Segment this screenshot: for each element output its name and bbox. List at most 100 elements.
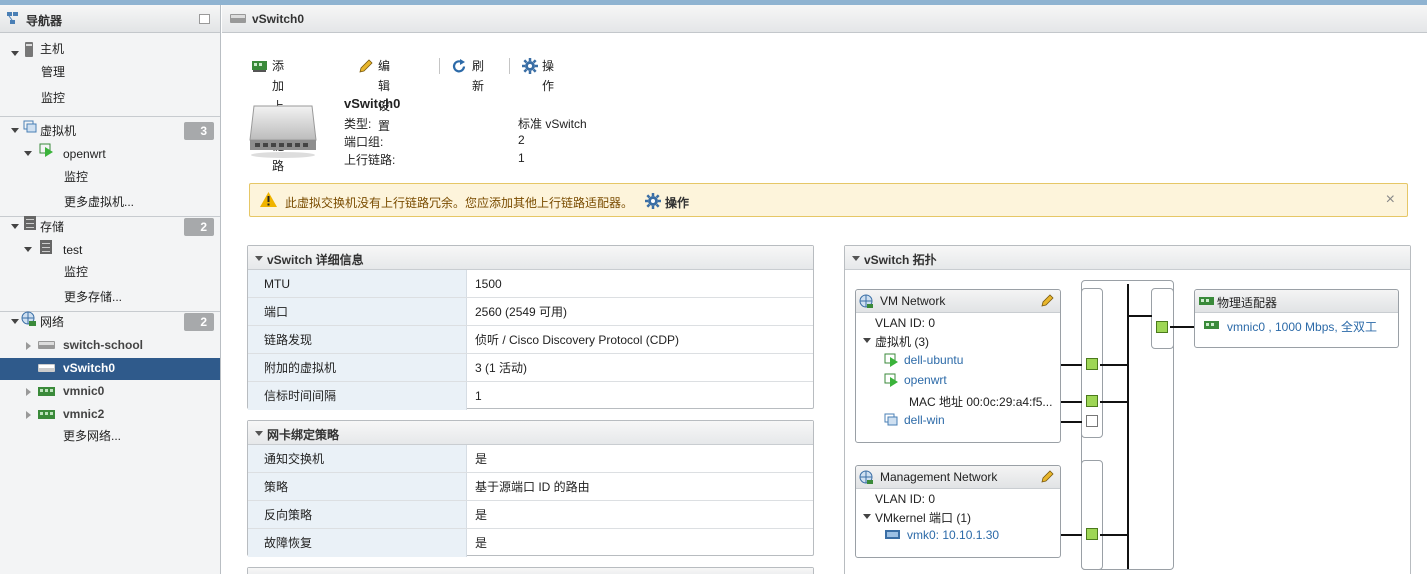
expand-host-icon[interactable] <box>11 51 19 56</box>
nav-vm-openwrt[interactable]: openwrt <box>63 143 106 165</box>
port-inactive[interactable] <box>1086 415 1098 427</box>
row-value: 1500 <box>475 277 502 291</box>
add-uplink-button[interactable]: 添加上行链路 <box>272 56 284 173</box>
port-active[interactable] <box>1086 528 1098 540</box>
port-active[interactable] <box>1086 358 1098 370</box>
row-value: 侦听 / Cisco Discovery Protocol (CDP) <box>475 333 680 347</box>
toolbar-divider <box>439 58 440 74</box>
nav-vms[interactable]: 虚拟机 <box>40 120 76 142</box>
mgmt-network-vlan: VLAN ID: 0 <box>875 492 936 506</box>
vm-link-dell-win[interactable]: dell-win <box>904 413 945 427</box>
portgroup-icon <box>859 294 873 308</box>
nav-more-networks[interactable]: 更多网络... <box>63 425 121 447</box>
details-panel-title: vSwitch 详细信息 <box>267 253 364 267</box>
row-key: 附加的虚拟机 <box>248 354 467 381</box>
expand-vms-icon[interactable] <box>11 128 19 133</box>
nav-switch-school[interactable]: switch-school <box>63 334 143 356</box>
refresh-button[interactable]: 刷新 <box>472 56 484 93</box>
vms-count-badge: 3 <box>184 122 214 140</box>
datastore-icon <box>40 240 52 254</box>
expand-switch-school-icon[interactable] <box>26 342 31 350</box>
nav-datastore-test[interactable]: test <box>63 239 82 261</box>
physical-adapters-header: 物理适配器 <box>1195 290 1398 313</box>
nav-vmnic2[interactable]: vmnic2 <box>63 403 104 425</box>
uplink-port-active[interactable] <box>1156 321 1168 333</box>
expand-vmnic0-icon[interactable] <box>26 388 31 396</box>
mgmt-network-name: Management Network <box>880 470 998 484</box>
vswitch-icon <box>38 341 55 349</box>
nav-datastore-monitor[interactable]: 监控 <box>64 261 88 283</box>
edit-settings-button[interactable]: 编辑设置 <box>378 56 390 133</box>
details-panel-header[interactable]: vSwitch 详细信息 <box>248 246 813 270</box>
network-count-badge: 2 <box>184 313 214 331</box>
expand-vmnic2-icon[interactable] <box>26 411 31 419</box>
expand-vm-list-icon[interactable] <box>863 338 871 343</box>
topology-panel-header[interactable]: vSwitch 拓扑 <box>845 246 1410 270</box>
pencil-icon[interactable] <box>1040 470 1054 484</box>
content-area: 添加上行链路 编辑设置 刷新 操作 vSwitch0 类型: 标准 vSwitc… <box>222 34 1427 574</box>
vm-network-vlan: VLAN ID: 0 <box>875 316 936 330</box>
row-key: 通知交换机 <box>248 445 467 472</box>
nav-storage[interactable]: 存储 <box>40 216 64 238</box>
collapse-topology-icon[interactable] <box>852 256 860 261</box>
port-active[interactable] <box>1086 395 1098 407</box>
warning-text: 此虚拟交换机没有上行链路冗余。您应添加其他上行链路适配器。 <box>285 196 634 210</box>
mgmt-port-column <box>1081 460 1103 570</box>
expand-storage-icon[interactable] <box>11 224 19 229</box>
row-value: 是 <box>475 452 488 466</box>
expand-openwrt-icon[interactable] <box>24 151 32 156</box>
row-key: MTU <box>248 270 467 297</box>
nav-network[interactable]: 网络 <box>40 311 64 333</box>
row-key: 策略 <box>248 473 467 500</box>
nav-vswitch0[interactable]: vSwitch0 <box>63 357 115 379</box>
nav-host-monitor[interactable]: 监控 <box>41 87 65 109</box>
expand-datastore-icon[interactable] <box>24 247 32 252</box>
actions-button[interactable]: 操作 <box>542 56 554 93</box>
next-panel-header[interactable] <box>248 568 813 574</box>
refresh-icon <box>452 59 466 73</box>
summary-uplinks-value: 1 <box>518 151 525 165</box>
vswitch-image <box>249 105 317 158</box>
vm-link-dell-ubuntu[interactable]: dell-ubuntu <box>904 353 963 367</box>
portgroup-icon <box>859 470 873 484</box>
teaming-panel: 网卡绑定策略 通知交换机是 策略 基于源端口 ID 的路由 反向策略是 故障恢复是 <box>247 420 814 557</box>
expand-network-icon[interactable] <box>11 319 19 324</box>
summary-title: vSwitch0 <box>344 96 401 111</box>
nav-vm-monitor[interactable]: 监控 <box>64 166 88 188</box>
collapse-navigator-button[interactable] <box>199 14 210 24</box>
nav-more-vms[interactable]: 更多虚拟机... <box>64 191 134 213</box>
row-key: 链路发现 <box>248 326 467 353</box>
close-icon[interactable]: × <box>1386 192 1395 208</box>
table-row: 策略 基于源端口 ID 的路由 <box>248 473 813 501</box>
nav-more-storage[interactable]: 更多存储... <box>64 286 122 308</box>
connection-line <box>1100 534 1128 536</box>
warning-icon <box>260 192 277 207</box>
connection-line <box>1128 315 1152 317</box>
row-key: 故障恢复 <box>248 529 467 557</box>
vmk-link-vmk0[interactable]: vmk0: 10.10.1.30 <box>907 528 999 542</box>
vm-list-label: 虚拟机 (3) <box>875 335 930 349</box>
connection-line <box>1170 326 1195 328</box>
connection-line <box>1100 364 1128 366</box>
storage-icon <box>24 216 36 230</box>
pencil-icon[interactable] <box>1040 294 1054 308</box>
physical-nic-vmnic0[interactable]: vmnic0 , 1000 Mbps, 全双工 <box>1227 318 1377 335</box>
nic-icon <box>1204 321 1219 329</box>
warning-actions-button[interactable]: 操作 <box>665 194 689 211</box>
vm-mac-address: MAC 地址 00:0c:29:a4:f5... <box>909 395 1053 409</box>
collapse-details-icon[interactable] <box>255 256 263 261</box>
vm-link-openwrt[interactable]: openwrt <box>904 373 947 387</box>
row-key: 反向策略 <box>248 501 467 528</box>
teaming-panel-header[interactable]: 网卡绑定策略 <box>248 421 813 445</box>
collapse-teaming-icon[interactable] <box>255 431 263 436</box>
vm-powered-on-icon <box>884 373 898 387</box>
teaming-panel-title: 网卡绑定策略 <box>267 428 340 442</box>
next-panel <box>247 567 814 574</box>
nav-divider <box>0 116 220 117</box>
content-header: vSwitch0 <box>222 5 1427 33</box>
expand-vmk-list-icon[interactable] <box>863 514 871 519</box>
nav-vmnic0[interactable]: vmnic0 <box>63 380 104 402</box>
nav-host[interactable]: 主机 <box>40 38 64 60</box>
navigator-icon <box>7 12 18 24</box>
nav-host-manage[interactable]: 管理 <box>41 61 65 83</box>
